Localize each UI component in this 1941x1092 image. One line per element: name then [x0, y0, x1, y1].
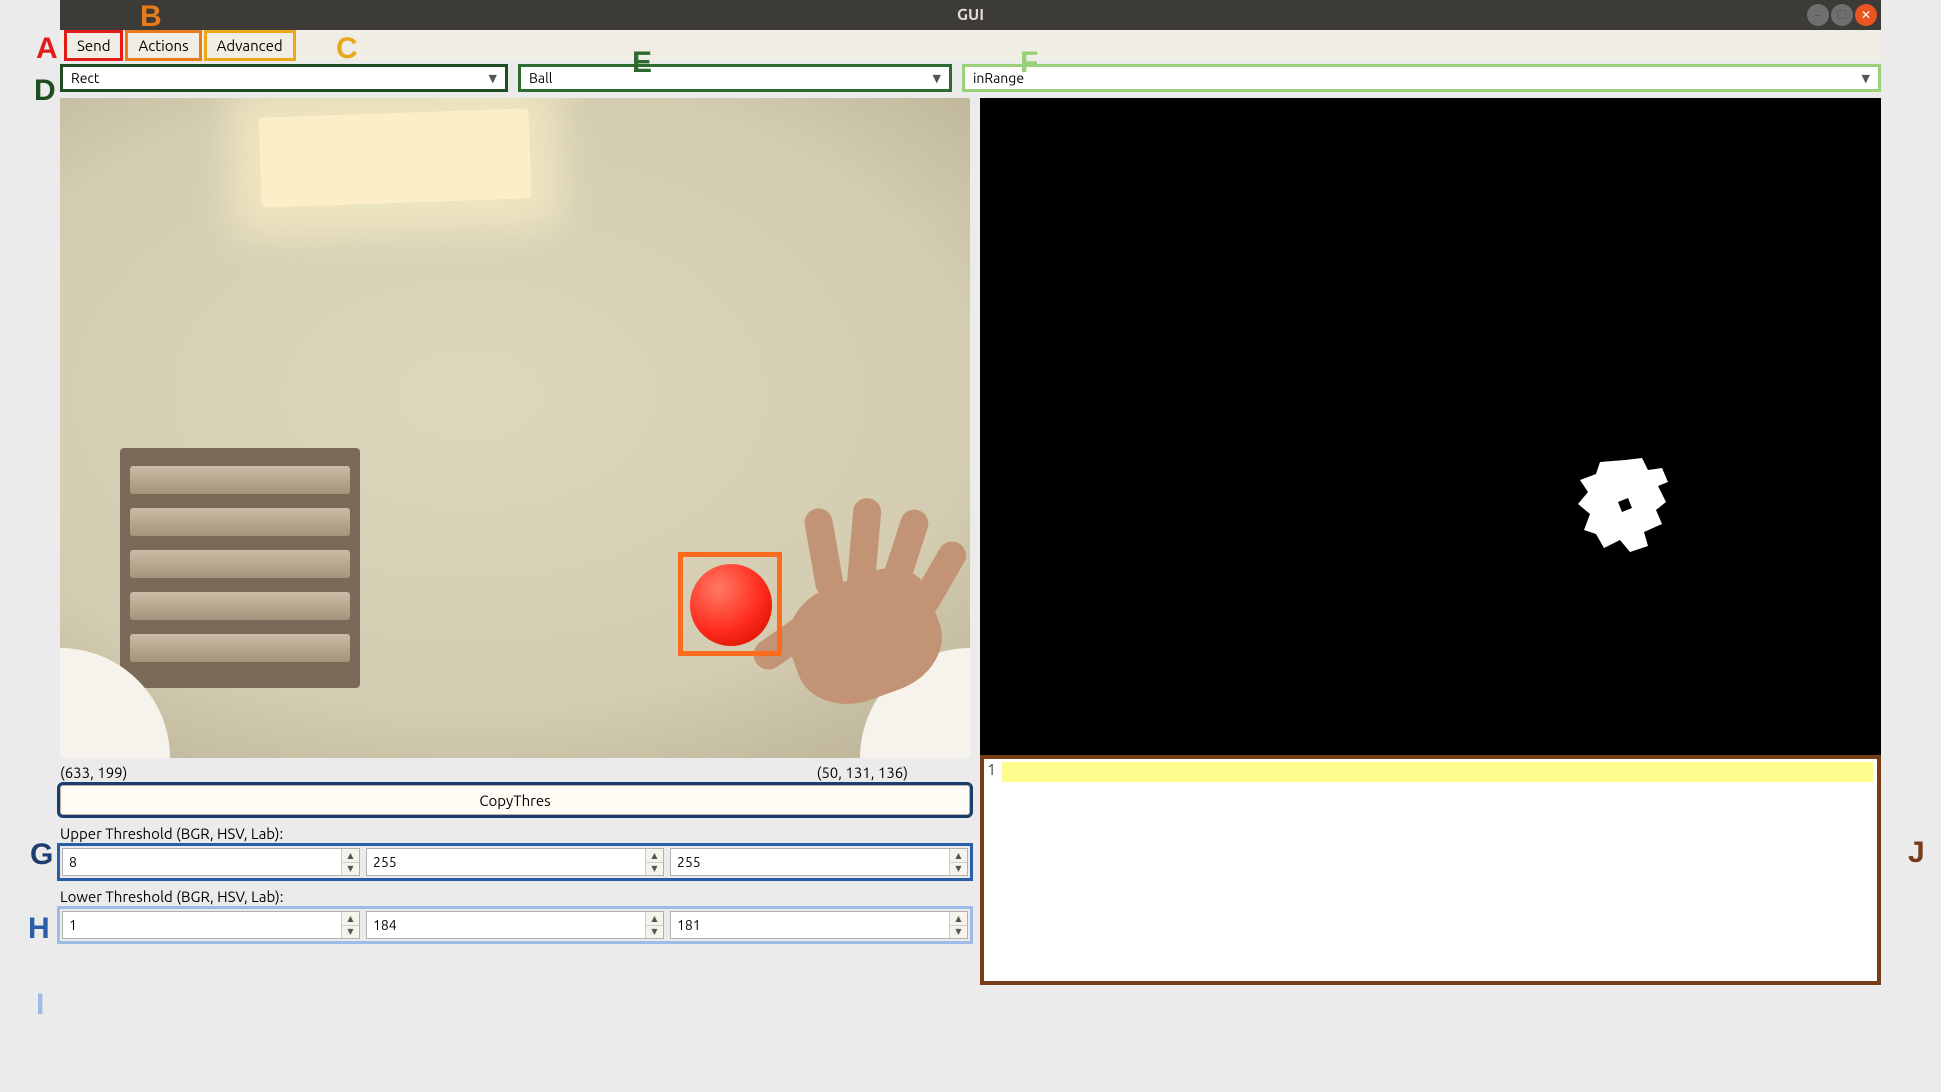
- spin-down-icon[interactable]: ▼: [342, 863, 359, 876]
- upper-threshold-label: Upper Threshold (BGR, HSV, Lab):: [60, 825, 970, 842]
- menu-advanced[interactable]: Advanced: [204, 30, 296, 61]
- camera-light: [259, 108, 532, 207]
- menu-send[interactable]: Send: [64, 30, 123, 61]
- upper-b-input[interactable]: [367, 849, 645, 875]
- spin-up-icon[interactable]: ▲: [646, 912, 663, 926]
- lower-b-input[interactable]: [367, 912, 645, 938]
- dropdown-object[interactable]: Ball ▼: [518, 64, 952, 92]
- spin-up-icon[interactable]: ▲: [342, 912, 359, 926]
- camera-vent: [120, 448, 360, 688]
- upper-a-spinbox[interactable]: ▲▼: [62, 848, 360, 876]
- upper-threshold-row: ▲▼ ▲▼ ▲▼: [60, 846, 970, 878]
- threshold-controls: CopyThres Upper Threshold (BGR, HSV, Lab…: [60, 785, 970, 985]
- window-title: GUI: [957, 6, 984, 24]
- titlebar: GUI ‒ ☐ ✕: [60, 0, 1881, 30]
- lower-a-spinbox[interactable]: ▲▼: [62, 911, 360, 939]
- annotation-D: D: [34, 74, 56, 108]
- status-coords: (633, 199): [60, 764, 127, 781]
- annotation-I: I: [36, 988, 44, 1022]
- spin-down-icon[interactable]: ▼: [950, 926, 967, 939]
- maximize-button[interactable]: ☐: [1831, 4, 1853, 26]
- lower-c-spinbox[interactable]: ▲▼: [670, 911, 968, 939]
- upper-a-input[interactable]: [63, 849, 341, 875]
- annotation-J: J: [1908, 836, 1925, 870]
- camera-view[interactable]: [60, 98, 970, 758]
- lower-threshold-row: ▲▼ ▲▼ ▲▼: [60, 909, 970, 941]
- menu-actions[interactable]: Actions: [125, 30, 201, 61]
- spin-down-icon[interactable]: ▼: [950, 863, 967, 876]
- spin-up-icon[interactable]: ▲: [342, 849, 359, 863]
- mask-view[interactable]: [980, 98, 1881, 758]
- dropdown-shape-value: Rect: [71, 70, 99, 86]
- dropdown-method-value: inRange: [973, 70, 1024, 86]
- annotation-F: F: [1020, 46, 1038, 80]
- status-row: (633, 199) (50, 131, 136): [0, 758, 968, 785]
- controls: CopyThres Upper Threshold (BGR, HSV, Lab…: [0, 785, 1941, 985]
- lower-b-spinbox[interactable]: ▲▼: [366, 911, 664, 939]
- spin-down-icon[interactable]: ▼: [342, 926, 359, 939]
- spin-up-icon[interactable]: ▲: [950, 849, 967, 863]
- lower-c-input[interactable]: [671, 912, 949, 938]
- status-color: (50, 131, 136): [817, 764, 908, 781]
- annotation-C: C: [336, 32, 358, 66]
- code-line-highlight: [1002, 762, 1873, 782]
- spin-up-icon[interactable]: ▲: [646, 849, 663, 863]
- dropdown-object-value: Ball: [529, 70, 552, 86]
- close-button[interactable]: ✕: [1855, 4, 1877, 26]
- annotation-G: G: [30, 838, 53, 872]
- minimize-button[interactable]: ‒: [1807, 4, 1829, 26]
- upper-b-spinbox[interactable]: ▲▼: [366, 848, 664, 876]
- dropdown-method[interactable]: inRange ▼: [962, 64, 1881, 92]
- annotation-E: E: [632, 46, 652, 80]
- dropdown-row: Rect ▼ Ball ▼ inRange ▼: [0, 60, 1941, 98]
- dropdown-shape[interactable]: Rect ▼: [60, 64, 508, 92]
- spin-down-icon[interactable]: ▼: [646, 926, 663, 939]
- lower-threshold-label: Lower Threshold (BGR, HSV, Lab):: [60, 888, 970, 905]
- chevron-down-icon: ▼: [489, 72, 497, 85]
- annotation-A: A: [36, 32, 58, 66]
- lower-a-input[interactable]: [63, 912, 341, 938]
- code-panel[interactable]: 1: [980, 755, 1881, 985]
- chevron-down-icon: ▼: [933, 72, 941, 85]
- menubar: Send Actions Advanced: [60, 30, 1881, 60]
- copy-thres-button[interactable]: CopyThres: [60, 785, 970, 815]
- detection-box: [678, 552, 782, 656]
- image-panels: [0, 98, 1941, 758]
- upper-c-spinbox[interactable]: ▲▼: [670, 848, 968, 876]
- window-controls: ‒ ☐ ✕: [1807, 0, 1881, 30]
- spin-up-icon[interactable]: ▲: [950, 912, 967, 926]
- code-line-number: 1: [987, 761, 996, 779]
- mask-blob: [1570, 452, 1690, 562]
- annotation-H: H: [28, 912, 50, 946]
- spin-down-icon[interactable]: ▼: [646, 863, 663, 876]
- annotation-B: B: [140, 0, 162, 34]
- upper-c-input[interactable]: [671, 849, 949, 875]
- chevron-down-icon: ▼: [1862, 72, 1870, 85]
